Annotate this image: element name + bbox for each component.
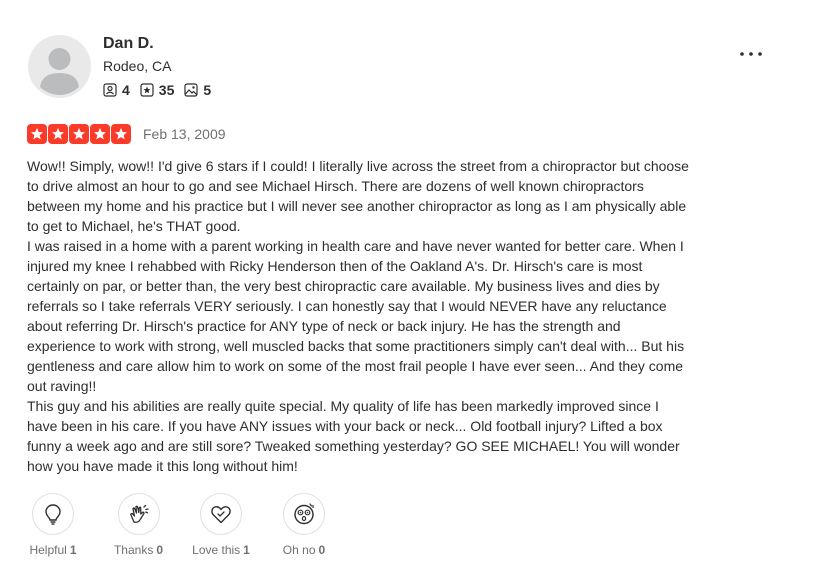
oh-no-count: 0	[318, 543, 326, 557]
review-star-icon	[140, 83, 154, 97]
love-this-label: Love this 1	[192, 543, 250, 557]
love-this-text: Love this	[192, 543, 241, 557]
friends-stat: 4	[103, 82, 130, 98]
helpful-button[interactable]: Helpful 1	[22, 493, 84, 557]
review-paragraph: I was raised in a home with a parent wor…	[27, 238, 685, 394]
ellipsis-icon	[740, 52, 762, 56]
review-date: Feb 13, 2009	[143, 126, 226, 142]
star-icon	[27, 124, 47, 144]
love-this-count: 1	[243, 543, 250, 557]
reviews-stat: 35	[140, 82, 175, 98]
clapping-hands-icon	[129, 504, 149, 523]
thanks-count: 0	[156, 543, 164, 557]
star-icon	[69, 124, 89, 144]
helpful-count: 1	[69, 543, 77, 557]
review-paragraph: This guy and his abilities are really qu…	[27, 398, 680, 474]
friends-icon	[103, 83, 117, 97]
more-options-button[interactable]	[739, 44, 763, 64]
user-stats: 4 35 5	[103, 82, 221, 98]
love-this-circle[interactable]	[200, 493, 242, 535]
review-text: Wow!! Simply, wow!! I'd give 6 stars if …	[27, 156, 692, 476]
review-paragraph: Wow!! Simply, wow!! I'd give 6 stars if …	[27, 158, 689, 234]
user-location: Rodeo, CA	[103, 58, 172, 74]
thanks-circle[interactable]	[117, 493, 160, 535]
heart-icon	[211, 506, 231, 524]
love-this-button[interactable]: Love this 1	[186, 493, 256, 557]
oh-no-circle[interactable]	[283, 493, 325, 535]
shocked-face-icon	[294, 503, 314, 525]
star-icon	[90, 124, 110, 144]
photos-stat: 5	[184, 82, 211, 98]
friends-count: 4	[122, 82, 130, 98]
oh-no-text: Oh no	[282, 543, 316, 557]
lightbulb-icon	[45, 504, 61, 525]
oh-no-label: Oh no 0	[283, 543, 325, 557]
thanks-label: Thanks 0	[114, 543, 163, 557]
oh-no-button[interactable]: Oh no 0	[274, 493, 334, 557]
reaction-bar: Helpful 1 Thanks 0 Love this 1 Oh no 0	[22, 493, 334, 557]
thanks-text: Thanks	[113, 543, 154, 557]
reviews-count: 35	[158, 82, 175, 98]
star-icon	[111, 124, 131, 144]
avatar-placeholder-icon	[28, 35, 91, 98]
star-rating	[27, 124, 132, 144]
helpful-circle[interactable]	[32, 493, 74, 535]
star-icon	[48, 124, 68, 144]
user-avatar[interactable]	[28, 35, 91, 98]
user-name[interactable]: Dan D.	[103, 35, 154, 53]
photo-icon	[184, 83, 198, 97]
thanks-button[interactable]: Thanks 0	[96, 493, 181, 557]
helpful-text: Helpful	[29, 543, 67, 557]
photos-count: 5	[203, 82, 212, 98]
helpful-label: Helpful 1	[29, 543, 76, 557]
